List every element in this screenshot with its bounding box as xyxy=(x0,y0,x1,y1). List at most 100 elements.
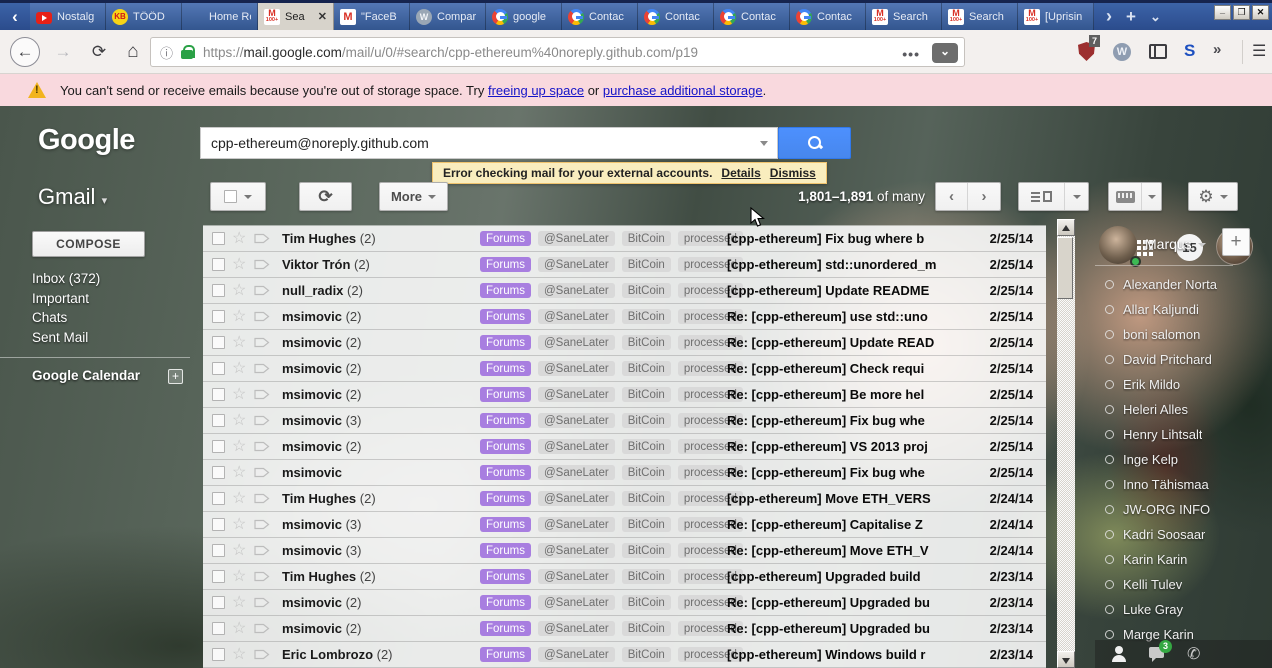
star-icon[interactable] xyxy=(232,335,249,351)
new-conversation-button[interactable]: + xyxy=(1222,228,1250,256)
label-bitcoin[interactable]: BitCoin xyxy=(621,361,671,376)
star-icon[interactable] xyxy=(232,569,249,585)
star-icon[interactable] xyxy=(232,283,249,299)
extension-w-icon[interactable]: W xyxy=(1113,43,1131,61)
label-bitcoin[interactable]: BitCoin xyxy=(621,257,671,272)
star-icon[interactable] xyxy=(232,465,249,481)
new-tab-button[interactable] xyxy=(1126,3,1136,31)
google-calendar-link[interactable]: Google Calendar xyxy=(32,368,140,383)
browser-tab[interactable]: TÖÖD xyxy=(106,3,182,30)
label-bitcoin[interactable]: BitCoin xyxy=(621,309,671,324)
label-sanelater[interactable]: @SaneLater xyxy=(537,569,615,584)
label-sanelater[interactable]: @SaneLater xyxy=(537,595,615,610)
contact-row[interactable]: Luke Gray xyxy=(1095,597,1233,622)
label-sanelater[interactable]: @SaneLater xyxy=(537,413,615,428)
browser-tab[interactable]: Nostalg xyxy=(30,3,106,30)
label-bitcoin[interactable]: BitCoin xyxy=(621,283,671,298)
scrollbar-track[interactable] xyxy=(1057,236,1075,651)
star-icon[interactable] xyxy=(232,543,249,559)
label-forums[interactable]: Forums xyxy=(480,283,531,298)
star-icon[interactable] xyxy=(232,231,249,247)
browser-tab[interactable]: "FaceB xyxy=(334,3,410,30)
label-bitcoin[interactable]: BitCoin xyxy=(621,621,671,636)
menu-button[interactable]: ☰ xyxy=(1252,41,1266,61)
label-sanelater[interactable]: @SaneLater xyxy=(537,517,615,532)
label-bitcoin[interactable]: BitCoin xyxy=(621,231,671,246)
email-row[interactable]: msimovic (3) Forums @SaneLater BitCoin p… xyxy=(203,538,1046,564)
contact-row[interactable]: boni salomon xyxy=(1095,322,1233,347)
email-row[interactable]: Viktor Trón (2) Forums @SaneLater BitCoi… xyxy=(203,252,1046,278)
star-icon[interactable] xyxy=(232,517,249,533)
label-sanelater[interactable]: @SaneLater xyxy=(537,283,615,298)
toast-dismiss-link[interactable]: Dismiss xyxy=(770,166,816,180)
email-row[interactable]: msimovic (2) Forums @SaneLater BitCoin p… xyxy=(203,434,1046,460)
email-row[interactable]: msimovic (2) Forums @SaneLater BitCoin p… xyxy=(203,590,1046,616)
window-minimize-button[interactable] xyxy=(1214,5,1231,20)
label-forums[interactable]: Forums xyxy=(480,413,531,428)
label-forums[interactable]: Forums xyxy=(480,569,531,584)
importance-marker-icon[interactable] xyxy=(254,415,270,426)
folder-item[interactable]: Inbox (372) xyxy=(32,269,100,289)
label-bitcoin[interactable]: BitCoin xyxy=(621,335,671,350)
email-checkbox[interactable] xyxy=(212,492,225,505)
newer-page-button[interactable]: ‹ xyxy=(936,183,969,210)
pocket-icon[interactable] xyxy=(932,43,958,63)
scrollbar-thumb[interactable] xyxy=(1057,237,1073,299)
star-icon[interactable] xyxy=(232,387,249,403)
label-forums[interactable]: Forums xyxy=(480,621,531,636)
gmail-logo-menu[interactable]: Gmail ▾ xyxy=(38,184,107,210)
browser-tab[interactable]: Contac xyxy=(790,3,866,30)
importance-marker-icon[interactable] xyxy=(254,623,270,634)
hangouts-avatar[interactable] xyxy=(1099,226,1141,267)
select-all-button[interactable] xyxy=(210,182,266,211)
star-icon[interactable] xyxy=(232,361,249,377)
window-restore-button[interactable] xyxy=(1233,5,1250,20)
importance-marker-icon[interactable] xyxy=(254,311,270,322)
forward-button[interactable]: → xyxy=(48,37,78,67)
reload-button[interactable]: ⟳ xyxy=(84,37,114,67)
star-icon[interactable] xyxy=(232,647,249,663)
email-row[interactable]: Tim Hughes (2) Forums @SaneLater BitCoin… xyxy=(203,564,1046,590)
label-bitcoin[interactable]: BitCoin xyxy=(621,413,671,428)
label-sanelater[interactable]: @SaneLater xyxy=(537,231,615,246)
contact-row[interactable]: Erik Mildo xyxy=(1095,372,1233,397)
tab-close-icon[interactable] xyxy=(318,10,327,23)
label-sanelater[interactable]: @SaneLater xyxy=(537,309,615,324)
star-icon[interactable] xyxy=(232,595,249,611)
label-sanelater[interactable]: @SaneLater xyxy=(537,465,615,480)
label-forums[interactable]: Forums xyxy=(480,361,531,376)
contact-row[interactable]: Allar Kaljundi xyxy=(1095,297,1233,322)
label-forums[interactable]: Forums xyxy=(480,465,531,480)
importance-marker-icon[interactable] xyxy=(254,597,270,608)
importance-marker-icon[interactable] xyxy=(254,259,270,270)
label-forums[interactable]: Forums xyxy=(480,387,531,402)
calendar-add-icon[interactable]: + xyxy=(168,369,183,384)
label-sanelater[interactable]: @SaneLater xyxy=(537,335,615,350)
importance-marker-icon[interactable] xyxy=(254,519,270,530)
star-icon[interactable] xyxy=(232,257,249,273)
email-checkbox[interactable] xyxy=(212,258,225,271)
toolbar-overflow-icon[interactable]: » xyxy=(1213,41,1221,58)
importance-marker-icon[interactable] xyxy=(254,649,270,660)
refresh-button[interactable]: ⟳ xyxy=(299,182,352,211)
back-button[interactable]: ← xyxy=(10,37,40,67)
select-dropdown-icon[interactable] xyxy=(244,194,252,199)
label-sanelater[interactable]: @SaneLater xyxy=(537,491,615,506)
importance-marker-icon[interactable] xyxy=(254,285,270,296)
browser-tab[interactable]: Sea xyxy=(258,3,334,30)
browser-tab[interactable]: Contac xyxy=(714,3,790,30)
toast-details-link[interactable]: Details xyxy=(721,166,760,180)
email-list-scrollbar[interactable] xyxy=(1057,219,1075,668)
search-dropdown-icon[interactable] xyxy=(760,141,768,146)
email-checkbox[interactable] xyxy=(212,414,225,427)
conversations-tab-icon[interactable]: 3 xyxy=(1149,640,1172,662)
email-checkbox[interactable] xyxy=(212,310,225,323)
hangouts-owner-caret-icon[interactable] xyxy=(1198,243,1206,247)
label-bitcoin[interactable]: BitCoin xyxy=(621,543,671,558)
folder-item[interactable]: Chats xyxy=(32,308,100,328)
email-row[interactable]: msimovic Forums @SaneLater BitCoin proce… xyxy=(203,460,1046,486)
star-icon[interactable] xyxy=(232,621,249,637)
compose-button[interactable]: COMPOSE xyxy=(32,231,145,257)
importance-marker-icon[interactable] xyxy=(254,363,270,374)
importance-marker-icon[interactable] xyxy=(254,493,270,504)
